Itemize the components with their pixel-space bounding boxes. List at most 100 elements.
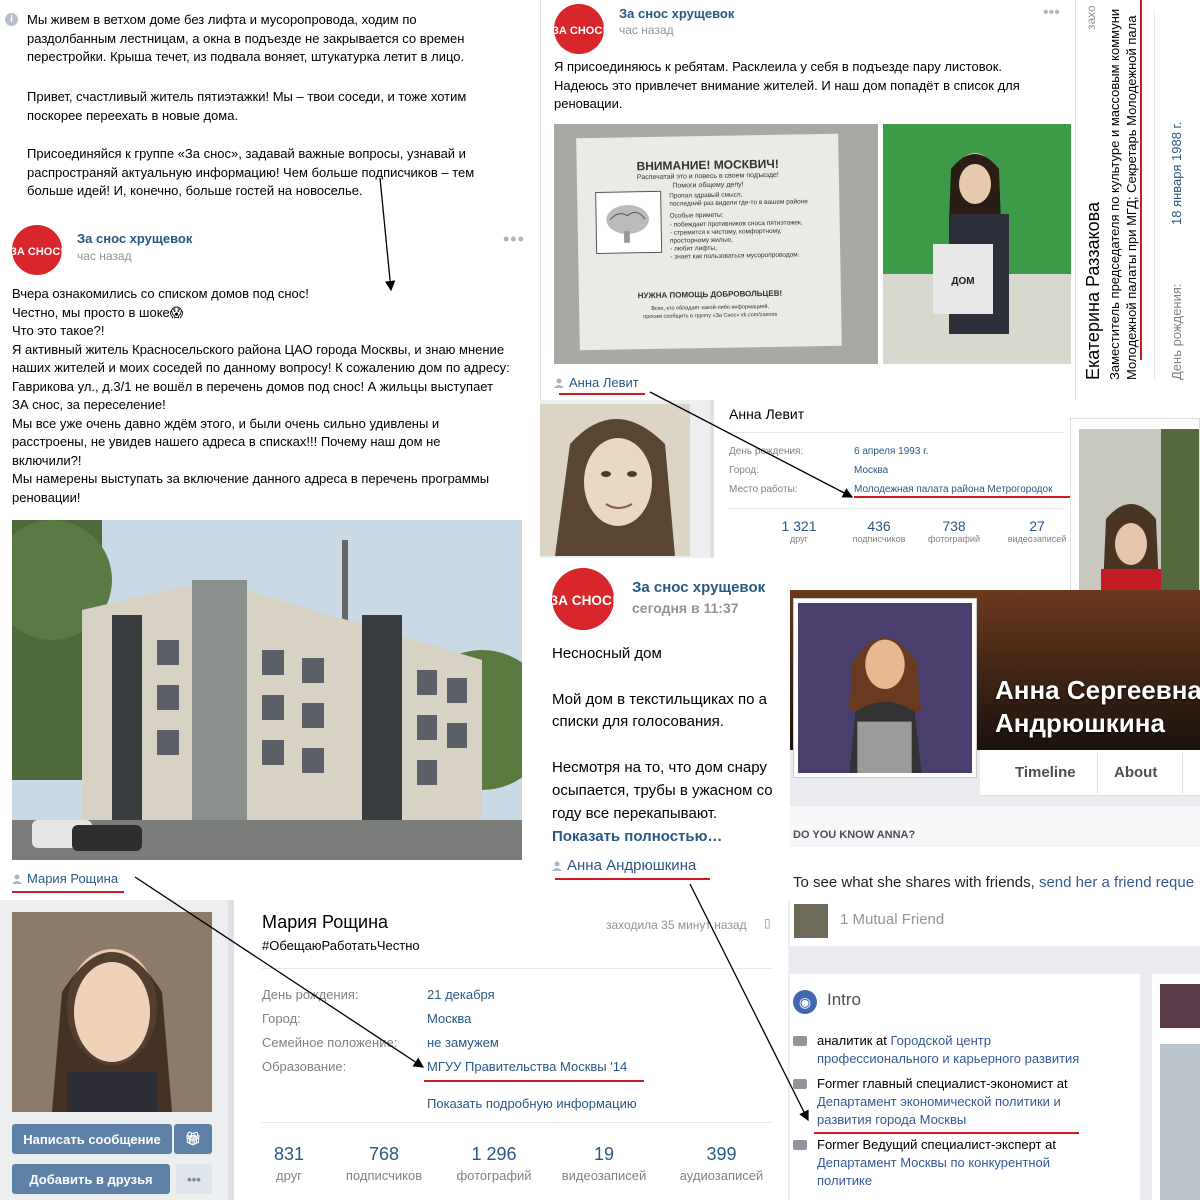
group-avatar[interactable]: ЗА СНОС!: [552, 568, 614, 630]
friend-request-link[interactable]: send her a friend reque: [1039, 874, 1194, 891]
group-avatar[interactable]: ЗА СНОС!: [554, 4, 604, 54]
stat-label: друг: [790, 534, 808, 544]
add-friend-label: Добавить в друзья: [29, 1171, 153, 1187]
leaflet-desc: Пропал здравый смысл, последний раз виде…: [669, 190, 838, 263]
tab-separator: [1182, 754, 1183, 794]
post-author[interactable]: Мария Рощина: [12, 871, 118, 886]
gift-button[interactable]: 🎁︎: [174, 1124, 212, 1154]
job-org-1[interactable]: Городской центр: [890, 1033, 991, 1048]
post-time[interactable]: час назад: [77, 249, 132, 263]
post-author[interactable]: Анна Андрюшкина: [552, 857, 696, 874]
job-org-1[interactable]: Департамент экономической политики и: [817, 1094, 1061, 1109]
share-text: To see what she shares with friends, sen…: [793, 874, 1194, 891]
stat-num: 738: [942, 518, 966, 534]
stat[interactable]: 768 подписчиков: [334, 1144, 434, 1183]
info-value[interactable]: 21 декабря: [427, 987, 495, 1002]
stat-label: видеозаписей: [561, 1168, 647, 1183]
info-row: Семейное положение: не замужем: [262, 1035, 782, 1055]
roshchina-profile: Написать сообщение 🎁︎ Добавить в друзья …: [0, 900, 790, 1200]
leaflet-help: НУЖНА ПОМОЩЬ ДОБРОВОЛЬЦЕВ!: [637, 288, 783, 301]
tab-bar: [980, 750, 1200, 796]
stat-label: подписчиков: [852, 534, 906, 544]
mutual-friends[interactable]: 1 Mutual Friend: [840, 911, 944, 928]
phone-icon: ▯: [764, 916, 771, 930]
post-time[interactable]: час назад: [619, 23, 674, 37]
side-photo[interactable]: [1160, 1044, 1200, 1200]
group-avatar[interactable]: ЗА СНОС!: [12, 225, 62, 275]
post-time[interactable]: сегодня в 11:37: [632, 600, 739, 616]
profile-info-card: Анна Левит День рождения: 6 апреля 1993 г…: [710, 400, 1070, 560]
job-org-2[interactable]: политике: [817, 1173, 872, 1188]
show-more-info[interactable]: Показать подробную информацию: [427, 1096, 637, 1111]
info-value[interactable]: МГУУ Правительства Москвы '14: [427, 1059, 627, 1074]
profile-photo[interactable]: [12, 912, 212, 1112]
post-body: Я присоединяюсь к ребятам. Расклеила у с…: [554, 59, 1020, 111]
group-name[interactable]: За снос хрущевок: [632, 579, 765, 596]
group-name[interactable]: За снос хрущевок: [77, 231, 192, 246]
more-actions-button[interactable]: •••: [176, 1164, 212, 1194]
avatar-text: ЗА СНОС!: [554, 25, 604, 37]
intro-title: Intro: [827, 990, 862, 1009]
post-line: Мой дом в текстильщиках по а: [552, 691, 767, 708]
stat-num: 1 321: [781, 518, 817, 534]
info-value[interactable]: 6 апреля 1993 г.: [854, 446, 928, 457]
tab-about[interactable]: About: [1114, 764, 1157, 781]
side-photo[interactable]: [1160, 984, 1200, 1028]
group-name[interactable]: За снос хрущевок: [619, 6, 734, 21]
job-org-2[interactable]: профессионального и карьерного развития: [817, 1051, 1079, 1066]
mutual-avatar[interactable]: [794, 904, 828, 938]
stat[interactable]: 831 друг: [244, 1144, 334, 1183]
razzakova-rotated: захо Екатерина Раззакова Заместитель пре…: [1076, 0, 1200, 400]
info-value[interactable]: не замужем: [427, 1035, 499, 1050]
razzakova-panel: захо Екатерина Раззакова Заместитель пре…: [1075, 0, 1200, 400]
profile-status: #ОбещаюРаботатьЧестно: [262, 938, 420, 953]
author-link[interactable]: Мария Рощина: [27, 871, 118, 886]
post-line: Честно, мы просто в шоке😱: [12, 304, 184, 320]
stat[interactable]: 399 аудиозаписей: [664, 1144, 779, 1183]
info-row: Город: Москва: [262, 1011, 782, 1031]
post-author[interactable]: Анна Левит: [554, 375, 639, 390]
author-link[interactable]: Анна Андрюшкина: [567, 857, 696, 874]
more-dots-icon[interactable]: •••: [1043, 4, 1060, 22]
know-card: DO YOU KNOW ANNA? To see what she shares…: [790, 806, 1200, 946]
stat-label: видеозаписей: [1007, 534, 1067, 544]
stat-num: 1 296: [471, 1144, 517, 1164]
stat[interactable]: 1 321 друг: [759, 518, 839, 544]
show-more-link[interactable]: Показать полностью…: [552, 828, 722, 845]
building-photo[interactable]: [0, 520, 535, 860]
job-item: Former Ведущий специалист-эксперт at Депа…: [793, 1136, 1133, 1190]
held-sign-text: ДОМ: [951, 276, 974, 287]
info-row: Образование: МГУУ Правительства Москвы '1…: [262, 1059, 782, 1079]
info-value[interactable]: Молодежная палата района Метрогородок: [854, 484, 1052, 495]
bday-value[interactable]: 18 января 1988 г.: [1169, 122, 1184, 225]
tab-timeline[interactable]: Timeline: [1015, 764, 1076, 781]
post-3: ЗА СНОС! За снос хрущевок сегодня в 11:3…: [540, 558, 790, 898]
intro-post: i Мы живем в ветхом доме без лифта и мус…: [0, 0, 520, 215]
stairwell-photo[interactable]: ДОМ: [883, 124, 1071, 364]
gift-icon: 🎁︎: [184, 1131, 202, 1146]
stat[interactable]: 19 видеозаписей: [554, 1144, 654, 1183]
divider: [1154, 10, 1155, 380]
info-value[interactable]: Москва: [427, 1011, 471, 1026]
stat[interactable]: 27 видеозаписей: [997, 518, 1070, 544]
profile-name: Мария Рощина: [262, 912, 389, 932]
profile-photo[interactable]: [540, 404, 690, 556]
info-value[interactable]: Москва: [854, 465, 888, 476]
stat[interactable]: 738 фотографий: [914, 518, 994, 544]
job-item: Former главный специалист-экономист at Де…: [793, 1075, 1133, 1129]
share-prefix: To see what she shares with friends,: [793, 874, 1039, 891]
message-button[interactable]: Написать сообщение: [12, 1124, 172, 1154]
author-link[interactable]: Анна Левит: [569, 375, 639, 390]
add-friend-button[interactable]: Добавить в друзья: [12, 1164, 170, 1194]
stat[interactable]: 436 подписчиков: [839, 518, 919, 544]
stat[interactable]: 1 296 фотографий: [444, 1144, 544, 1183]
job-org-2[interactable]: развития города Москвы: [817, 1112, 966, 1127]
job-org-1[interactable]: Департамент Москвы по конкурентной: [817, 1155, 1050, 1170]
more-dots-icon[interactable]: •••: [503, 229, 525, 250]
leaflet-photo[interactable]: ВНИМАНИЕ! МОСКВИЧ! Распечатай это и пове…: [554, 124, 878, 364]
stat-num: 399: [706, 1144, 737, 1164]
work-underline: [854, 496, 1070, 498]
info-icon: i: [5, 13, 18, 26]
job-pre: аналитик at: [817, 1033, 891, 1048]
profile-photo[interactable]: [793, 598, 977, 778]
